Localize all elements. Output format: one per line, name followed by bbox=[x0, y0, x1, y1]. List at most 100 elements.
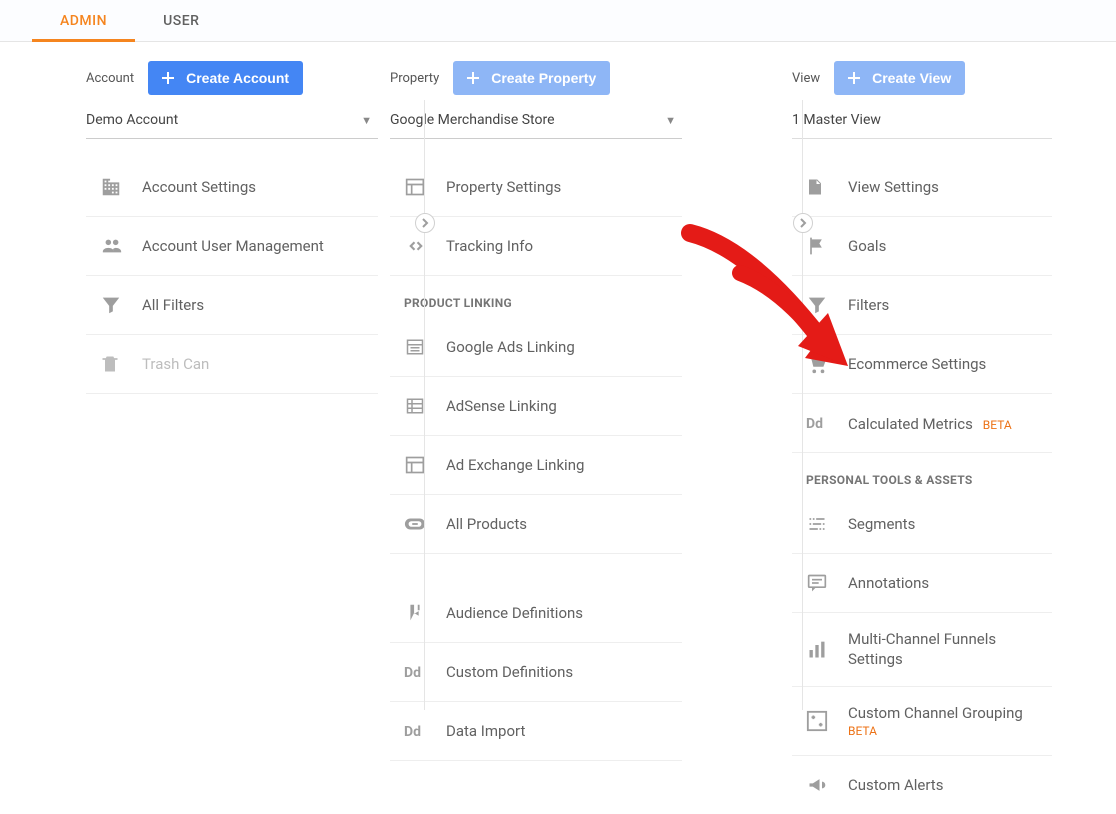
item-adsense-linking[interactable]: AdSense Linking bbox=[390, 377, 682, 436]
grouping-icon bbox=[806, 709, 834, 733]
item-view-settings[interactable]: View Settings bbox=[792, 159, 1052, 217]
item-account-settings[interactable]: Account Settings bbox=[86, 159, 378, 217]
svg-text:Dd: Dd bbox=[404, 724, 421, 739]
item-label: View Settings bbox=[848, 178, 939, 196]
account-header: Account Create Account bbox=[86, 60, 380, 96]
account-selected: Demo Account bbox=[86, 112, 178, 128]
expander-account[interactable] bbox=[415, 213, 435, 233]
funnel-icon bbox=[100, 293, 128, 317]
account-item-list: Account Settings Account User Management… bbox=[86, 159, 378, 394]
svg-text:Dd: Dd bbox=[404, 665, 421, 680]
property-header: Property Create Property bbox=[390, 60, 760, 96]
account-selector[interactable]: Demo Account ▼ bbox=[86, 102, 378, 139]
trash-icon bbox=[100, 352, 128, 376]
expander-property[interactable] bbox=[793, 213, 813, 233]
funnel-icon bbox=[806, 293, 834, 317]
item-data-import[interactable]: Dd Data Import bbox=[390, 702, 682, 761]
flag-icon bbox=[806, 234, 834, 258]
create-property-button[interactable]: Create Property bbox=[453, 61, 610, 95]
item-label: Segments bbox=[848, 515, 915, 533]
code-icon bbox=[404, 234, 432, 258]
item-label: AdSense Linking bbox=[446, 397, 557, 415]
item-label: Trash Can bbox=[142, 355, 209, 373]
item-label: Annotations bbox=[848, 574, 929, 592]
view-selector[interactable]: 1 Master View bbox=[792, 102, 1052, 139]
dd-icon: Dd bbox=[404, 660, 432, 684]
file-icon bbox=[806, 175, 834, 199]
item-audience-definitions[interactable]: Audience Definitions bbox=[390, 584, 682, 643]
create-account-button[interactable]: Create Account bbox=[148, 61, 303, 95]
dd-icon: Dd bbox=[404, 719, 432, 743]
create-account-label: Create Account bbox=[186, 70, 289, 86]
item-label: Ad Exchange Linking bbox=[446, 456, 584, 474]
account-label: Account bbox=[86, 71, 134, 86]
item-label: Custom Alerts bbox=[848, 776, 943, 794]
item-goals[interactable]: Goals bbox=[792, 217, 1052, 276]
item-label: Goals bbox=[848, 237, 886, 255]
item-label: Multi-Channel Funnels Settings bbox=[848, 630, 1052, 669]
item-calculated-metrics[interactable]: Dd Calculated Metrics BETA bbox=[792, 394, 1052, 453]
create-view-label: Create View bbox=[872, 70, 951, 86]
table-icon bbox=[404, 394, 432, 418]
property-column: Property Create Property Google Merchand… bbox=[380, 60, 760, 814]
item-multi-channel-funnels[interactable]: Multi-Channel Funnels Settings bbox=[792, 613, 1052, 687]
item-trash-can[interactable]: Trash Can bbox=[86, 335, 378, 394]
item-label: Ecommerce Settings bbox=[848, 355, 986, 373]
item-custom-definitions[interactable]: Dd Custom Definitions bbox=[390, 643, 682, 702]
panel-icon bbox=[404, 175, 432, 199]
bar-chart-icon bbox=[806, 638, 834, 662]
property-selector[interactable]: Google Merchandise Store ▼ bbox=[390, 102, 682, 139]
property-selected: Google Merchandise Store bbox=[390, 112, 555, 128]
item-label: Filters bbox=[848, 296, 889, 314]
item-label: Property Settings bbox=[446, 178, 561, 196]
item-label: Google Ads Linking bbox=[446, 338, 575, 356]
audience-icon bbox=[404, 601, 432, 625]
plus-icon bbox=[844, 68, 864, 88]
item-filters[interactable]: Filters bbox=[792, 276, 1052, 335]
item-label: All Products bbox=[446, 515, 527, 533]
cart-icon bbox=[806, 352, 834, 376]
tab-user[interactable]: USER bbox=[135, 0, 227, 41]
item-custom-alerts[interactable]: Custom Alerts bbox=[792, 756, 1052, 814]
item-ad-exchange-linking[interactable]: Ad Exchange Linking bbox=[390, 436, 682, 495]
item-label: Account Settings bbox=[142, 178, 256, 196]
caret-down-icon: ▼ bbox=[361, 114, 372, 127]
item-label: Custom Channel Grouping bbox=[848, 704, 1023, 722]
item-property-settings[interactable]: Property Settings bbox=[390, 159, 682, 217]
plus-icon bbox=[158, 68, 178, 88]
tab-admin[interactable]: ADMIN bbox=[32, 0, 135, 41]
beta-badge: BETA bbox=[983, 418, 1012, 432]
property-label: Property bbox=[390, 71, 439, 86]
item-all-filters[interactable]: All Filters bbox=[86, 276, 378, 335]
segments-icon bbox=[806, 512, 834, 536]
create-property-label: Create Property bbox=[491, 70, 596, 86]
item-ecommerce-settings[interactable]: Ecommerce Settings bbox=[792, 335, 1052, 394]
item-google-ads-linking[interactable]: Google Ads Linking bbox=[390, 318, 682, 377]
item-all-products[interactable]: All Products bbox=[390, 495, 682, 554]
item-label: Custom Definitions bbox=[446, 663, 573, 681]
divider-account-property bbox=[424, 100, 425, 710]
item-label: Audience Definitions bbox=[446, 604, 583, 622]
item-segments[interactable]: Segments bbox=[792, 495, 1052, 554]
product-linking-heading: PRODUCT LINKING bbox=[390, 276, 682, 318]
item-annotations[interactable]: Annotations bbox=[792, 554, 1052, 613]
divider-property-view bbox=[802, 100, 803, 710]
item-account-user-management[interactable]: Account User Management bbox=[86, 217, 378, 276]
personal-tools-heading: PERSONAL TOOLS & ASSETS bbox=[792, 453, 1052, 495]
plus-icon bbox=[463, 68, 483, 88]
dd-icon: Dd bbox=[806, 411, 834, 435]
comment-icon bbox=[806, 571, 834, 595]
view-item-list: View Settings Goals Filters Ecommerce Se… bbox=[792, 159, 1052, 814]
item-label: Calculated Metrics bbox=[848, 415, 973, 433]
building-icon bbox=[100, 175, 128, 199]
view-label: View bbox=[792, 71, 820, 86]
beta-badge: BETA bbox=[848, 724, 1023, 738]
panel-icon bbox=[404, 453, 432, 477]
item-custom-channel-grouping[interactable]: Custom Channel Grouping BETA bbox=[792, 687, 1052, 756]
create-view-button[interactable]: Create View bbox=[834, 61, 965, 95]
item-label: Account User Management bbox=[142, 237, 324, 255]
item-label: Tracking Info bbox=[446, 237, 533, 255]
property-item-list: Property Settings Tracking Info PRODUCT … bbox=[390, 159, 682, 761]
view-selected: 1 Master View bbox=[792, 112, 881, 128]
top-tabs: ADMIN USER bbox=[0, 0, 1116, 42]
